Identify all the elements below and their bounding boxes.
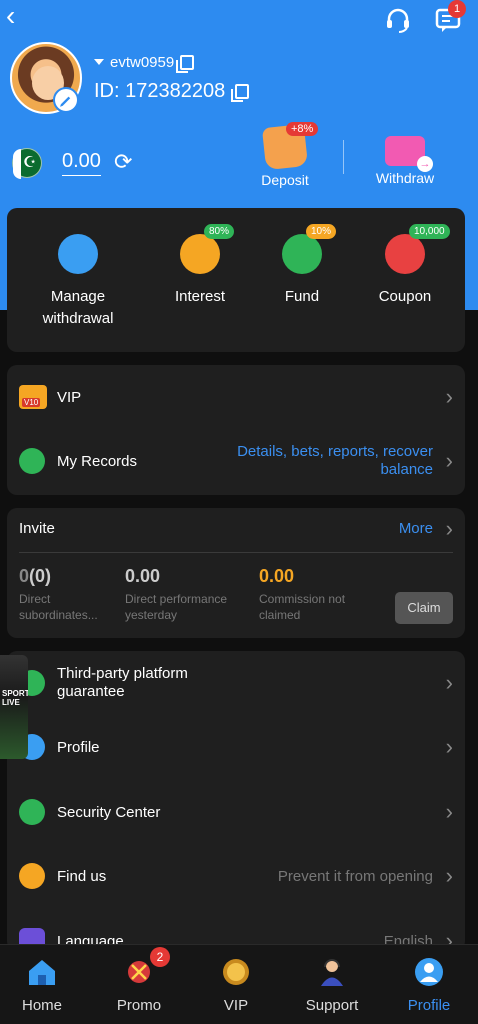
commission-label: Commission not claimed [259,592,346,622]
subordinates-value-paren: (0) [29,566,52,586]
coupon-badge: 10,000 [409,224,450,239]
subordinates-label: Direct subordinates... [19,592,98,622]
find-us-icon [19,863,45,889]
find-us-label: Find us [57,867,107,885]
subordinates-value: 0 [19,566,30,586]
vip-level-badge: V10 [22,398,41,407]
quick-action-label: Fund [284,288,320,305]
security-center-label: Security Center [57,803,161,821]
user-id-row: ID: 172382208 [94,78,250,104]
my-records-label: My Records [57,452,138,470]
chevron-right-icon: › [445,448,453,473]
records-hint: Details, bets, reports, recover balance [237,443,433,478]
refresh-icon[interactable]: ⟳ [114,150,138,174]
records-icon [19,448,45,474]
invite-card: Invite More › 0(0) Direct subordinates..… [7,508,465,638]
copy-id-icon[interactable] [231,83,250,102]
nav-vip-label: VIP [223,997,249,1014]
records-card: V10 VIP › My Records Details, bets, repo… [7,365,465,495]
performance-value: 0.00 [125,566,161,586]
nav-home[interactable]: Home [2,957,82,1014]
quick-action-label: Manage withdrawal [42,288,114,327]
promo-badge: 2 [150,947,170,967]
chevron-right-icon: › [445,670,453,695]
fund-badge: 10% [306,224,337,239]
profile-nav-icon [415,958,443,986]
user-id: ID: 172382208 [94,79,226,102]
profile-row[interactable]: Profile › [7,715,465,779]
third-party-guarantee-row[interactable]: Third-party platform guarantee › [7,651,465,715]
nav-support-label: Support [305,997,359,1014]
vip-crown-icon: V10 [19,385,47,409]
my-records-row[interactable]: My Records Details, bets, reports, recov… [7,429,465,493]
sports-live-promo[interactable]: SPORTS LIVE [0,655,28,759]
interest-badge: 80% [204,224,235,239]
interest-button[interactable]: 80% Interest [145,224,255,308]
deposit-label: Deposit [261,172,309,188]
vip-row[interactable]: V10 VIP › [7,365,465,429]
message-badge: 1 [448,0,466,18]
withdraw-label: Withdraw [375,170,435,186]
nav-home-label: Home [21,997,62,1014]
username-row[interactable]: evtw0959 [94,52,195,73]
manage-withdrawal-button[interactable]: Manage withdrawal [23,234,133,330]
chevron-right-icon: › [445,384,453,409]
performance-label: Direct performance yesterday [125,592,228,622]
security-center-row[interactable]: Security Center › [7,780,465,844]
promo-text: SPORTS LIVE [2,689,28,707]
quick-actions-card: Manage withdrawal 80% Interest 10% Fund … [7,208,465,352]
chevron-right-icon: › [445,799,453,824]
withdraw-card-icon [385,136,433,172]
vip-label: VIP [57,388,82,406]
security-icon [19,799,45,825]
profile-label: Profile [57,738,100,756]
chevron-right-icon: › [445,734,453,759]
nav-profile-label: Profile [407,997,451,1014]
wallet-icon [58,234,98,274]
nav-profile[interactable]: Profile [389,957,469,1014]
commission-stat: 0.00 Commission not claimed [259,566,379,623]
deposit-button[interactable]: Deposit [240,123,330,188]
top-bar: ‹ 1 [0,0,478,40]
commission-value: 0.00 [259,566,295,586]
withdraw-button[interactable]: Withdraw [360,126,450,186]
divider [343,140,344,174]
subordinates-stat: 0(0) Direct subordinates... [19,566,119,623]
copy-icon[interactable] [176,54,195,73]
nav-promo-label: Promo [116,997,162,1014]
coupon-icon: 10,000 [385,224,450,274]
quick-action-label: Coupon [378,288,432,305]
invite-more-link[interactable]: More [399,520,433,537]
settings-card: Third-party platform guarantee › Profile… [7,651,465,951]
pakistan-flag-icon [12,148,42,179]
find-us-row[interactable]: Find us Prevent it from opening › [7,844,465,908]
claim-button[interactable]: Claim [395,592,453,624]
invite-title: Invite [19,520,55,537]
performance-stat: 0.00 Direct performance yesterday [125,566,245,623]
fund-icon: 10% [282,224,337,274]
edit-avatar-icon[interactable] [53,87,79,113]
nav-vip[interactable]: VIP [196,957,276,1014]
username: evtw0959 [110,53,175,71]
balance-value: 0.00 [62,150,101,176]
nav-support[interactable]: Support [292,957,372,1014]
deposit-bonus-badge: +8% [286,122,319,136]
coupon-button[interactable]: 10,000 Coupon [350,224,460,308]
fund-button[interactable]: 10% Fund [247,224,357,308]
caret-down-icon [94,59,104,65]
divider [19,552,453,553]
vip-icon [223,959,249,985]
support-agent-icon [321,959,343,986]
third-party-label: Third-party platform guarantee [57,665,188,700]
nav-promo[interactable]: Promo [99,957,179,1014]
back-icon[interactable]: ‹ [6,2,28,30]
home-icon [29,960,55,985]
chevron-right-icon: › [445,863,453,888]
quick-action-label: Interest [174,288,226,305]
piggy-bank-icon: 80% [180,224,235,274]
find-us-hint: Prevent it from opening [277,867,433,885]
headset-icon[interactable] [384,6,412,34]
chevron-right-icon[interactable]: › [446,516,453,542]
bottom-nav: Home Promo 2 VIP Support Profile [0,944,478,1024]
